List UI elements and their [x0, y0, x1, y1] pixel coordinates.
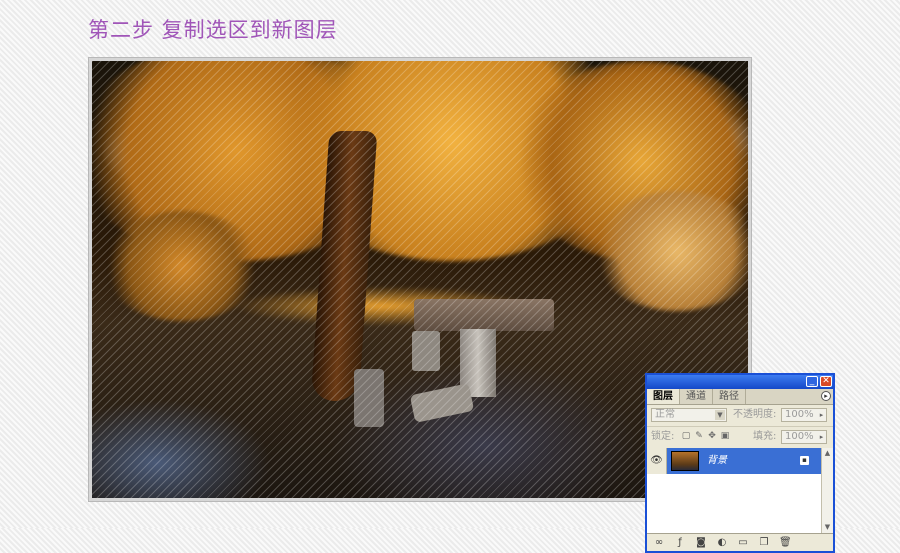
opacity-field[interactable]: 100% ▸ [781, 408, 827, 422]
layer-name: 背景 [707, 455, 727, 466]
palette-bottom-bar: ∞ ƒ ◙ ◐ ▭ ❐ 🗑 [647, 533, 833, 551]
stone-stool [409, 383, 475, 423]
chevron-right-icon: ▸ [819, 433, 824, 441]
blend-mode-select[interactable]: 正常 ▼ [651, 408, 727, 422]
fill-label: 填充: [753, 431, 777, 442]
step-title: 第二步 复制选区到新图层 [88, 18, 338, 42]
layers-scrollbar[interactable]: ▲ ▼ [821, 448, 833, 533]
lock-position-icon[interactable]: ✥ [707, 431, 717, 442]
lock-icons: ▢ ✎ ✥ ▣ [681, 431, 730, 442]
foliage [592, 191, 748, 311]
fill-field[interactable]: 100% ▸ [781, 430, 827, 444]
scroll-up-icon[interactable]: ▲ [823, 449, 832, 458]
lock-image-icon[interactable]: ✎ [694, 431, 704, 442]
fill-value: 100% [785, 431, 814, 442]
layer-row-background[interactable]: 👁 背景 ▪ [647, 448, 821, 474]
mask-icon[interactable]: ◙ [695, 536, 707, 550]
palette-menu-icon[interactable]: ▸ [821, 391, 831, 401]
layer-thumbnail [671, 451, 699, 471]
eye-icon[interactable]: 👁 [647, 448, 667, 474]
opacity-label: 不透明度: [733, 409, 777, 420]
layers-list: 👁 背景 ▪ [647, 448, 821, 533]
lock-row: 锁定: ▢ ✎ ✥ ▣ 填充: 100% ▸ [647, 427, 833, 449]
lock-all-icon[interactable]: ▣ [720, 431, 730, 442]
trash-icon[interactable]: 🗑 [779, 536, 792, 550]
layer-style-icon[interactable]: ƒ [674, 536, 686, 550]
close-icon[interactable]: ✕ [820, 376, 832, 387]
link-icon[interactable]: ∞ [653, 536, 665, 550]
opacity-value: 100% [785, 409, 814, 420]
lock-label: 锁定: [651, 431, 675, 442]
tab-layers[interactable]: 图层 [647, 389, 680, 404]
stone-stool [354, 369, 384, 427]
adjustment-layer-icon[interactable]: ◐ [716, 536, 728, 550]
chevron-down-icon: ▼ [715, 410, 725, 420]
lock-icon: ▪ [800, 456, 809, 465]
photo-frame: _ ✕ 图层 通道 路径 ▸ 正常 ▼ 不透明度: 100% ▸ 锁定: ▢ ✎ [88, 57, 835, 553]
tab-paths[interactable]: 路径 [713, 389, 746, 404]
tab-channels[interactable]: 通道 [680, 389, 713, 404]
chevron-right-icon: ▸ [819, 411, 824, 419]
minimize-icon[interactable]: _ [806, 376, 818, 387]
palette-titlebar[interactable]: _ ✕ [647, 375, 833, 389]
blend-mode-value: 正常 [655, 409, 675, 420]
stone-table [414, 299, 554, 331]
stone-stool [412, 331, 440, 371]
new-layer-icon[interactable]: ❐ [758, 536, 770, 550]
palette-tabs: 图层 通道 路径 ▸ [647, 389, 833, 405]
lock-transparent-icon[interactable]: ▢ [681, 431, 691, 442]
folder-icon[interactable]: ▭ [737, 536, 749, 550]
blend-row: 正常 ▼ 不透明度: 100% ▸ [647, 405, 833, 427]
layers-palette[interactable]: _ ✕ 图层 通道 路径 ▸ 正常 ▼ 不透明度: 100% ▸ 锁定: ▢ ✎ [645, 373, 835, 553]
